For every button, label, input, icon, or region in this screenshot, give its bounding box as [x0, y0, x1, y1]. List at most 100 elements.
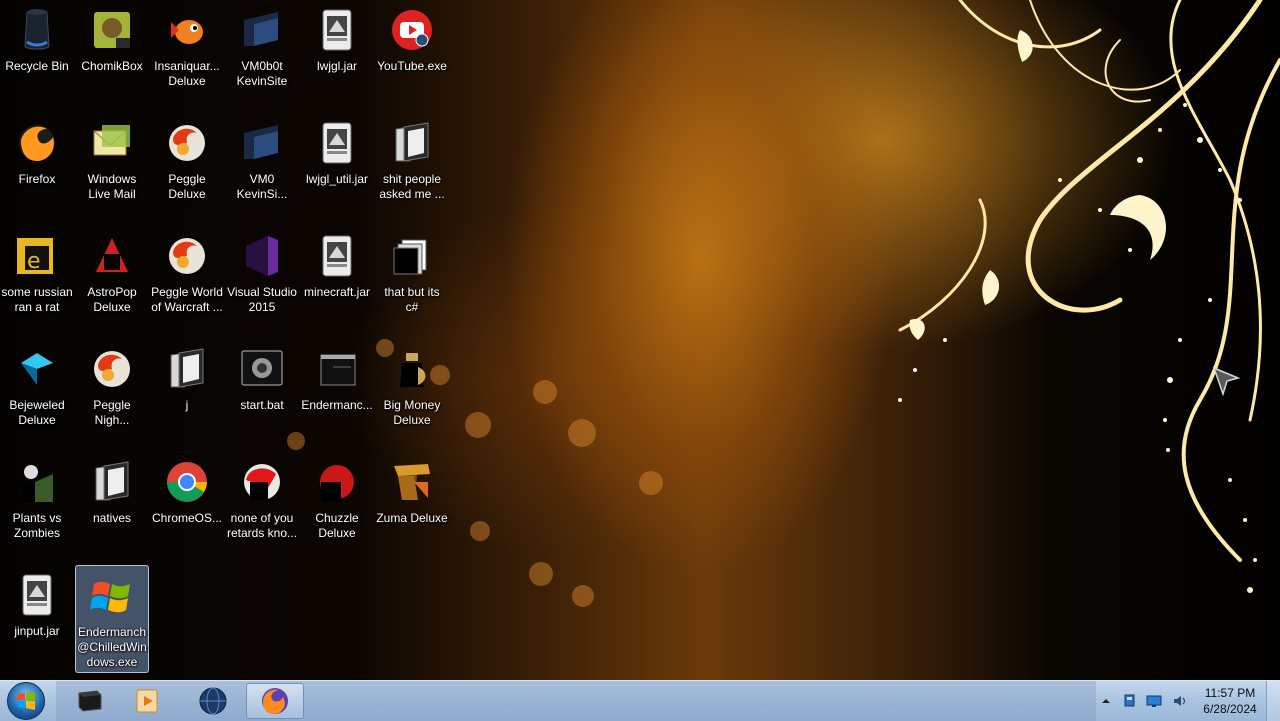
vm-shortcut-icon: [237, 118, 287, 168]
desktop-icon[interactable]: YouTube.exe: [375, 0, 449, 108]
desktop-icon[interactable]: ChomikBox: [75, 0, 149, 108]
folder-icon: [387, 118, 437, 168]
display-icon: [1146, 695, 1162, 707]
taskbar: 11:57 PM 6/28/2024: [0, 680, 1280, 721]
network-status-icon: [1124, 694, 1135, 707]
taskbar-clock[interactable]: 11:57 PM 6/28/2024: [1196, 685, 1264, 717]
desktop-icon[interactable]: Endermanch @ChilledWin dows.exe: [75, 565, 149, 673]
desktop-icon-label: Windows Live Mail: [87, 172, 137, 201]
batch-file-icon: [237, 344, 287, 394]
desktop-icon[interactable]: e some russian ran a rat: [0, 226, 74, 334]
big-money-icon: [387, 344, 437, 394]
chuzzle-icon: [312, 457, 362, 507]
desktop-icon[interactable]: AstroPop Deluxe: [75, 226, 149, 334]
desktop-icon[interactable]: that but its c#: [375, 226, 449, 334]
taskbar-globe-button[interactable]: [184, 683, 242, 719]
insaniquarium-icon: [162, 5, 212, 55]
desktop-icon[interactable]: lwjgl_util.jar: [300, 113, 374, 221]
desktop-icon[interactable]: Firefox: [0, 113, 74, 221]
tray-network-button[interactable]: [1122, 693, 1138, 709]
clock-time: 11:57 PM: [1204, 686, 1256, 700]
tray-volume-button[interactable]: [1172, 693, 1188, 709]
vm-shortcut-icon: [237, 5, 287, 55]
desktop-icon[interactable]: Insaniquar... Deluxe: [150, 0, 224, 108]
tray-display-button[interactable]: [1146, 693, 1162, 709]
desktop-icon[interactable]: Visual Studio 2015: [225, 226, 299, 334]
desktop-icon-label: Plants vs Zombies: [12, 511, 62, 540]
desktop-icon[interactable]: minecraft.jar: [300, 226, 374, 334]
desktop-icon[interactable]: Peggle Nigh...: [75, 339, 149, 447]
zuma-icon: [387, 457, 437, 507]
speaker-icon: [1174, 696, 1186, 706]
windows-logo-icon: [7, 682, 45, 720]
desktop-icon[interactable]: Chuzzle Deluxe: [300, 452, 374, 560]
desktop-icon[interactable]: j: [150, 339, 224, 447]
desktop-icon[interactable]: ChromeOS...: [150, 452, 224, 560]
show-desktop-button[interactable]: [1266, 681, 1280, 721]
desktop-icon-label: Chuzzle Deluxe: [315, 511, 359, 540]
firefox-icon: [262, 688, 288, 714]
desktop-icon[interactable]: Plants vs Zombies: [0, 452, 74, 560]
terminal-window-icon: [78, 690, 102, 712]
desktop-icon-label: Peggle Nigh...: [93, 398, 131, 427]
desktop-icon-label: shit people asked me ...: [379, 172, 445, 201]
desktop-icon-grid: Recycle Bin ChomikBox Insaniquar... Deluxe…: [0, 0, 460, 680]
window-shortcut-icon: [312, 344, 362, 394]
taskbar-terminal-button[interactable]: [60, 683, 118, 719]
jar-file-icon: [312, 118, 362, 168]
desktop-icon[interactable]: VM0b0t KevinSite: [225, 0, 299, 108]
jar-file-icon: [12, 570, 62, 620]
peggle-icon: [87, 344, 137, 394]
desktop-icon-label: Recycle Bin: [5, 59, 69, 73]
astropop-icon: [87, 231, 137, 281]
firefox-icon: [12, 118, 62, 168]
desktop-icon[interactable]: Peggle World of Warcraft ...: [150, 226, 224, 334]
desktop-icon[interactable]: Recycle Bin: [0, 0, 74, 108]
red-shortcut-icon: [237, 457, 287, 507]
desktop-icon-label: j: [185, 398, 189, 412]
desktop-icon[interactable]: Bejeweled Deluxe: [0, 339, 74, 447]
mouse-cursor-icon: [1212, 366, 1240, 396]
chrome-icon: [162, 457, 212, 507]
desktop-icon[interactable]: lwjgl.jar: [300, 0, 374, 108]
desktop-icon-label: Peggle Deluxe: [168, 172, 206, 201]
desktop-icon-label: ChomikBox: [81, 59, 143, 73]
desktop-icon-label: natives: [92, 511, 132, 525]
desktop-icon[interactable]: Big Money Deluxe: [375, 339, 449, 447]
desktop-icon[interactable]: natives: [75, 452, 149, 560]
desktop-icon-label: minecraft.jar: [303, 285, 371, 299]
desktop-icon-label: none of you retards kno...: [226, 511, 298, 540]
desktop-icon[interactable]: shit people asked me ...: [375, 113, 449, 221]
desktop-icon[interactable]: Endermanc...: [300, 339, 374, 447]
desktop-icon[interactable]: VM0 KevinSi...: [225, 113, 299, 221]
desktop-icon-label: Insaniquar... Deluxe: [154, 59, 220, 88]
folder-shortcut-icon: e: [12, 231, 62, 281]
start-button[interactable]: [4, 682, 48, 720]
globe-icon: [199, 687, 227, 715]
desktop-icon-label: lwjgl.jar: [316, 59, 357, 73]
show-hidden-icons-button[interactable]: [1098, 693, 1114, 709]
taskbar-firefox-button[interactable]: [246, 683, 304, 719]
live-mail-icon: [87, 118, 137, 168]
desktop-icon[interactable]: jinput.jar: [0, 565, 74, 673]
peggle-icon: [162, 118, 212, 168]
desktop-icon[interactable]: Peggle Deluxe: [150, 113, 224, 221]
desktop-icon-label: VM0 KevinSi...: [236, 172, 288, 201]
desktop-icon[interactable]: Windows Live Mail: [75, 113, 149, 221]
desktop-icon-label: Zuma Deluxe: [376, 511, 448, 525]
recycle-bin-icon: [12, 5, 62, 55]
desktop-icon-label: AstroPop Deluxe: [87, 285, 137, 314]
desktop-icon-label: Visual Studio 2015: [227, 285, 297, 314]
desktop-icon-label: start.bat: [240, 398, 284, 412]
youtube-icon: [387, 5, 437, 55]
jar-file-icon: [312, 231, 362, 281]
taskbar-media-player-button[interactable]: [118, 683, 176, 719]
desktop-icon[interactable]: Zuma Deluxe: [375, 452, 449, 560]
desktop-icon-label: VM0b0t KevinSite: [236, 59, 288, 88]
desktop-icon-label: Endermanch @ChilledWin dows.exe: [77, 625, 147, 669]
desktop-icon[interactable]: none of you retards kno...: [225, 452, 299, 560]
desktop-icon-label: that but its c#: [384, 285, 440, 314]
desktop-icon[interactable]: start.bat: [225, 339, 299, 447]
desktop-icon-label: Bejeweled Deluxe: [9, 398, 65, 427]
desktop-icon-label: Big Money Deluxe: [383, 398, 441, 427]
